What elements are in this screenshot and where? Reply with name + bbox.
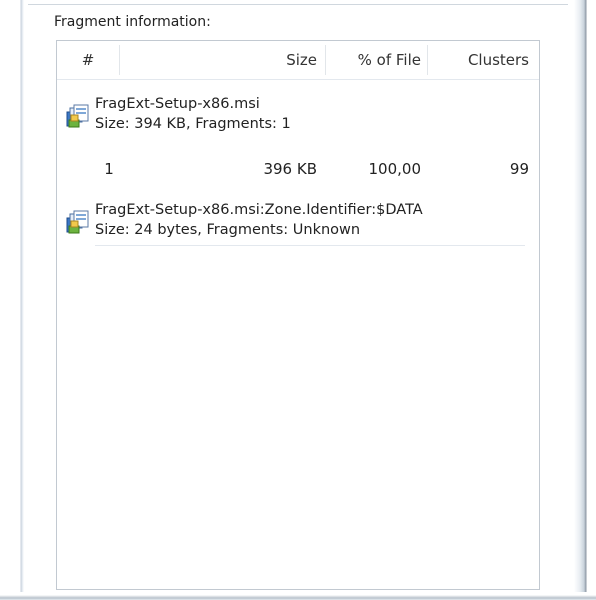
file-group[interactable]: FragExt-Setup-x86.msi Size: 394 KB, Frag… bbox=[65, 93, 531, 143]
fragment-percent: 100,00 bbox=[368, 160, 422, 178]
file-name: FragExt-Setup-x86.msi bbox=[95, 96, 260, 112]
column-header-size[interactable]: Size bbox=[119, 41, 323, 79]
file-name: FragExt-Setup-x86.msi:Zone.Identifier:$D… bbox=[95, 202, 423, 218]
column-header-percent[interactable]: % of File bbox=[325, 41, 425, 79]
column-header-clusters[interactable]: Clusters bbox=[427, 41, 541, 79]
group-divider bbox=[95, 245, 525, 246]
file-summary: Size: 24 bytes, Fragments: Unknown bbox=[95, 222, 361, 238]
window-bottom-border bbox=[0, 592, 596, 600]
fragment-list-view[interactable]: # Size % of File Clusters FragExt-Setup-… bbox=[56, 40, 540, 590]
window-left-border bbox=[0, 0, 28, 600]
file-summary: Size: 394 KB, Fragments: 1 bbox=[95, 116, 291, 132]
fragment-info-label: Fragment information: bbox=[54, 14, 211, 30]
msi-package-icon bbox=[66, 210, 89, 234]
fragment-size: 396 KB bbox=[263, 160, 317, 178]
fragment-row[interactable]: 1 396 KB 100,00 99 bbox=[57, 157, 541, 181]
dialog-window: Fragment information: # Size % of File C… bbox=[0, 0, 596, 600]
file-group[interactable]: FragExt-Setup-x86.msi:Zone.Identifier:$D… bbox=[65, 199, 531, 249]
msi-package-icon bbox=[66, 104, 89, 128]
top-divider bbox=[28, 0, 568, 5]
list-header: # Size % of File Clusters bbox=[57, 41, 539, 80]
fragment-clusters: 99 bbox=[509, 160, 529, 178]
column-header-number[interactable]: # bbox=[57, 41, 119, 79]
window-right-border bbox=[568, 0, 596, 600]
